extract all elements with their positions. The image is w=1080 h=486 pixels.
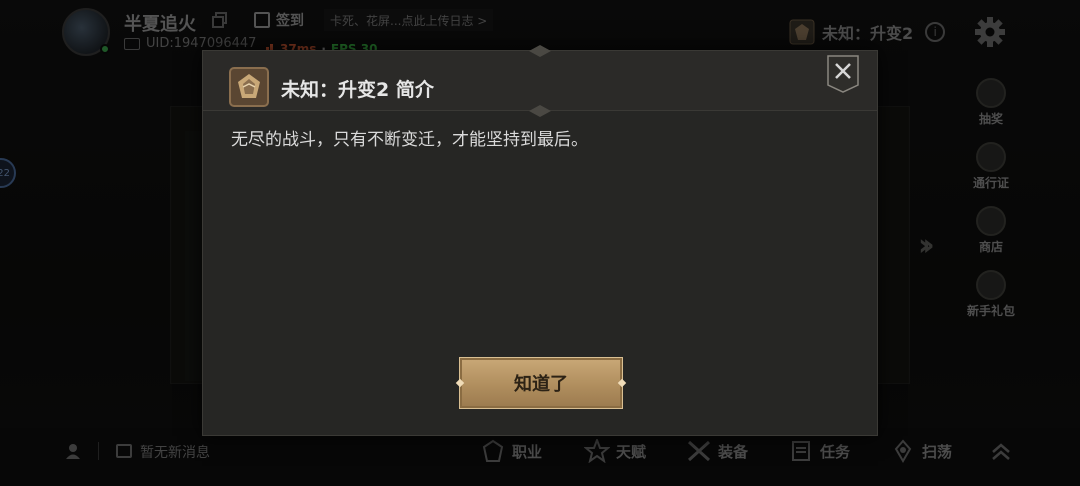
ornament-icon: [529, 45, 551, 57]
ornament-icon: [529, 105, 551, 117]
dialog-title: 未知：升变2 简介: [281, 79, 434, 101]
dialog-description: 无尽的战斗，只有不断变迁，才能坚持到最后。: [231, 130, 588, 150]
rank-intro-dialog: 未知：升变2 简介 无尽的战斗，只有不断变迁，才能坚持到最后。 知道了: [202, 45, 878, 436]
confirm-button[interactable]: 知道了: [459, 357, 623, 409]
close-icon[interactable]: [827, 55, 859, 93]
dialog-header: 未知：升变2 简介: [203, 45, 877, 117]
rank-badge-icon: [229, 67, 269, 107]
